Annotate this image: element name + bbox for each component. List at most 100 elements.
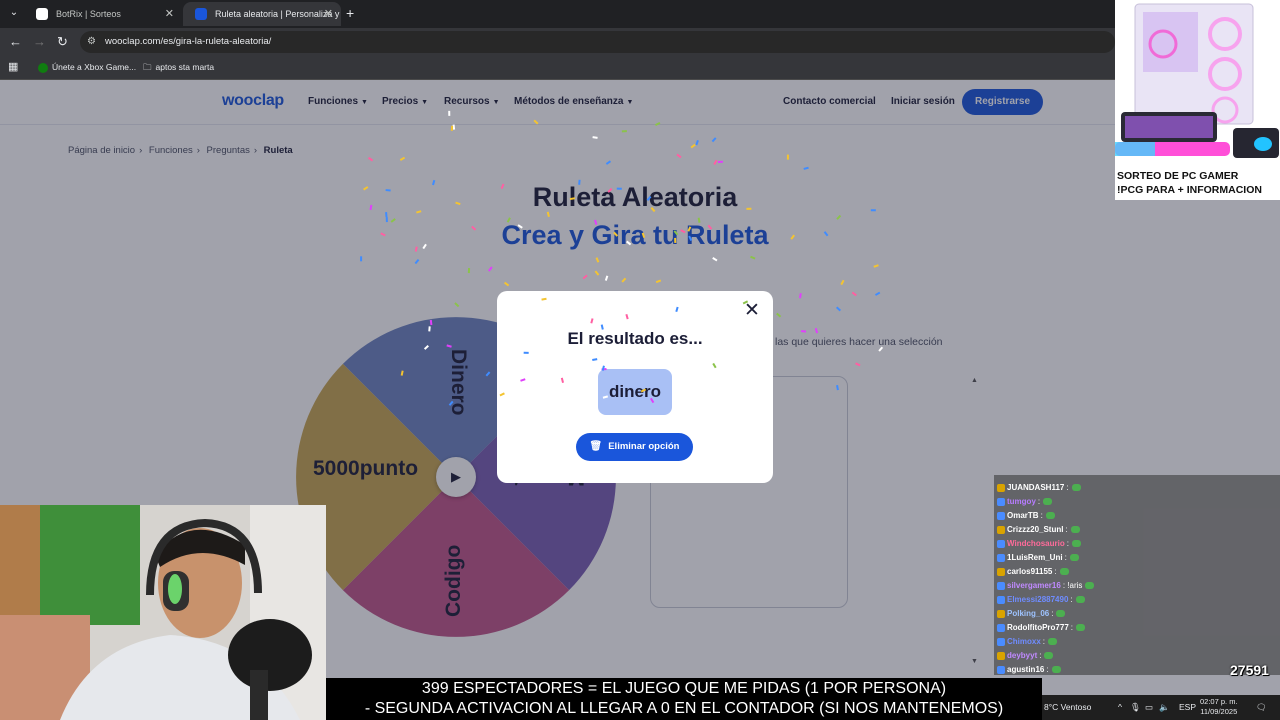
chevron-up-icon[interactable]: ^: [1118, 695, 1122, 720]
chat-badge-icon: [997, 623, 1005, 632]
new-tab-icon[interactable]: +: [346, 5, 354, 21]
chat-text: :: [1046, 665, 1049, 674]
chat-text: :: [1065, 525, 1068, 534]
chat-emote-icon: [1075, 596, 1085, 604]
chat-emote-icon: [1076, 624, 1086, 632]
chat-badge-icon: [997, 637, 1005, 646]
chat-username[interactable]: Windchosaurio: [1007, 539, 1065, 548]
chat-text: :: [1070, 595, 1073, 604]
chat-username[interactable]: RodolfitoPro777: [1007, 623, 1069, 632]
network-icon[interactable]: ▭: [1145, 695, 1153, 720]
stream-chat: JUANDASH117: tumgoy: OmarTB: Crizzz20_Stunl…: [994, 475, 1280, 675]
result-value: dinero: [598, 369, 672, 415]
apps-grid-icon[interactable]: ▦: [8, 56, 18, 78]
site-info-icon[interactable]: ⚙: [87, 36, 96, 47]
chat-text: :: [1064, 553, 1067, 562]
chat-username[interactable]: agustin16: [1007, 665, 1044, 674]
chat-badge-icon: [997, 525, 1005, 534]
chat-message: tumgoy:: [997, 495, 1053, 509]
chat-message: Windchosaurio:: [997, 537, 1081, 551]
bookmark-folder[interactable]: 🗀 aptos sta marta: [143, 56, 214, 78]
close-icon[interactable]: ✕: [744, 299, 760, 322]
browser-toolbar: ← → ↻ ⚙ wooclap.com/es/gira-la-ruleta-al…: [0, 28, 1280, 56]
chat-text: :: [1070, 623, 1074, 632]
chat-message: Elmessi2887490:: [997, 593, 1085, 607]
tab-search-icon[interactable]: ⌄: [6, 5, 22, 21]
address-bar[interactable]: ⚙ wooclap.com/es/gira-la-ruleta-aleatori…: [80, 31, 1115, 53]
stream-banner: 399 ESPECTADORES = EL JUEGO QUE ME PIDAS…: [326, 678, 1042, 720]
notification-icon[interactable]: 🗨: [1256, 695, 1267, 720]
chat-emote-icon: [1045, 512, 1055, 520]
chat-emote-icon: [1044, 652, 1054, 660]
xbox-icon: [38, 62, 48, 73]
chat-username[interactable]: Elmessi2887490: [1007, 595, 1068, 604]
delete-option-button[interactable]: 🗑 Eliminar opción: [576, 433, 693, 461]
chat-emote-icon: [1070, 526, 1080, 534]
chat-text: :: [1066, 539, 1069, 548]
back-arrow-icon[interactable]: ←: [9, 34, 22, 49]
result-modal: ✕ El resultado es... dinero 🗑 Eliminar op…: [497, 291, 773, 483]
chat-emote-icon: [1069, 554, 1079, 562]
chat-emote-icon: [1059, 568, 1069, 576]
chat-username[interactable]: Crizzz20_Stunl: [1007, 525, 1063, 534]
browser-tab-strip: ⌄ BotRix | Sorteos ✕ Ruleta aleatoria | …: [0, 0, 1280, 28]
modal-title: El resultado es...: [567, 329, 703, 348]
streamer-image: [0, 505, 326, 720]
tab-botrix[interactable]: BotRix | Sorteos ✕: [24, 2, 182, 26]
tab-title: BotRix | Sorteos: [56, 9, 121, 19]
weather-widget[interactable]: 8°C Ventoso: [1044, 695, 1091, 720]
chat-badge-icon: [997, 553, 1005, 562]
chat-message: RodolfitoPro777:: [997, 621, 1086, 635]
chat-text: :: [1037, 497, 1041, 506]
chat-emote-icon: [1071, 540, 1081, 548]
volume-icon[interactable]: 🔈: [1159, 695, 1170, 720]
ad-text-line2: !PCG PARA + INFORMACION: [1117, 184, 1262, 196]
reload-icon[interactable]: ↻: [57, 34, 68, 50]
clock[interactable]: 02:07 p. m. 11/09/2025: [1200, 697, 1238, 717]
chat-emote-icon: [1085, 582, 1095, 590]
forward-arrow-icon[interactable]: →: [33, 34, 46, 49]
chat-badge-icon: [997, 539, 1005, 548]
chat-message: Chimoxx:: [997, 635, 1058, 649]
chat-badge-icon: [997, 651, 1005, 660]
chat-message: silvergamer16: !aris: [997, 579, 1095, 593]
chat-username[interactable]: tumgoy: [1007, 497, 1036, 506]
sponsor-ad: SORTEO DE PC GAMER !PCG PARA + INFORMACI…: [1115, 0, 1280, 200]
chat-badge-icon: [997, 665, 1005, 674]
microphone-icon[interactable]: 🎙: [1130, 695, 1141, 720]
ad-text-line1: SORTEO DE PC GAMER: [1117, 170, 1239, 182]
chat-text: :: [1066, 483, 1069, 492]
chat-message: JUANDASH117:: [997, 481, 1081, 495]
banner-line2: - SEGUNDA ACTIVACION AL LLEGAR A 0 EN EL…: [364, 700, 1004, 717]
chat-username[interactable]: Polking_06: [1007, 609, 1049, 618]
chat-text: :: [1042, 637, 1046, 646]
chat-text: : !aris: [1062, 581, 1083, 590]
chat-username[interactable]: deybyyt: [1007, 651, 1037, 660]
chat-message: 1LuisRem_Uni:: [997, 551, 1079, 565]
chat-username[interactable]: OmarTB: [1007, 511, 1039, 520]
chat-badge-icon: [997, 483, 1005, 492]
language-indicator[interactable]: ESP: [1179, 695, 1196, 720]
chat-username[interactable]: JUANDASH117: [1007, 483, 1064, 492]
taskbar-tray: 8°C Ventoso ^ 🎙 ▭ 🔈 ESP 02:07 p. m. 11/0…: [1042, 695, 1280, 720]
chat-username[interactable]: Chimoxx: [1007, 637, 1041, 646]
chat-badge-icon: [997, 497, 1005, 506]
chat-emote-icon: [1056, 610, 1066, 618]
trash-icon: 🗑: [589, 441, 603, 452]
chat-emote-icon: [1043, 498, 1053, 506]
chat-text: :: [1054, 567, 1057, 576]
tab-ruleta[interactable]: Ruleta aleatoria | Personaliza y g ✕: [183, 2, 341, 26]
chat-message: Polking_06:: [997, 607, 1066, 621]
chat-text: :: [1040, 511, 1043, 520]
viewer-counter: 27591: [1230, 662, 1269, 678]
wooclap-favicon-icon: [195, 8, 207, 20]
chat-username[interactable]: 1LuisRem_Uni: [1007, 553, 1063, 562]
close-icon[interactable]: ✕: [324, 2, 333, 26]
close-icon[interactable]: ✕: [165, 2, 174, 26]
chat-badge-icon: [997, 595, 1005, 604]
bookmark-xbox[interactable]: Únete a Xbox Game...: [38, 56, 136, 78]
chat-username[interactable]: carlos91155: [1007, 567, 1052, 576]
chat-username[interactable]: silvergamer16: [1007, 581, 1061, 590]
chat-emote-icon: [1071, 484, 1081, 492]
bookmarks-bar: ▦ Únete a Xbox Game... 🗀 aptos sta marta: [0, 56, 1280, 80]
